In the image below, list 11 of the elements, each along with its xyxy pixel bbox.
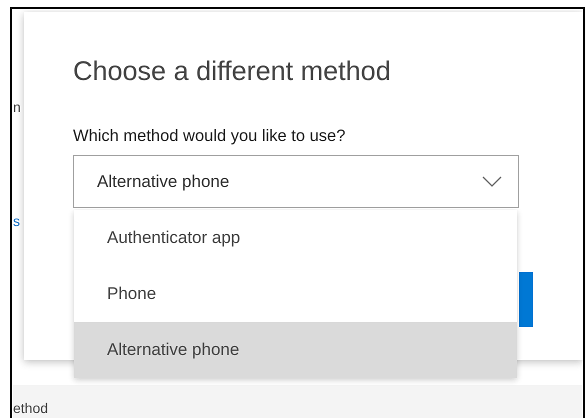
dropdown-option[interactable]: Alternative phone [74,322,517,378]
chevron-icon [482,176,502,188]
background-link[interactable]: s [13,214,20,228]
background-text: ethod [13,401,48,415]
dropdown-option[interactable]: Phone [74,266,517,322]
field-label: Which method would you like to use? [73,127,346,146]
dropdown-option[interactable]: Authenticator app [74,210,517,266]
background-text: n [13,100,21,114]
method-dropdown[interactable]: Alternative phone [73,155,519,208]
primary-button[interactable] [519,272,533,327]
dialog-title: Choose a different method [73,56,391,87]
